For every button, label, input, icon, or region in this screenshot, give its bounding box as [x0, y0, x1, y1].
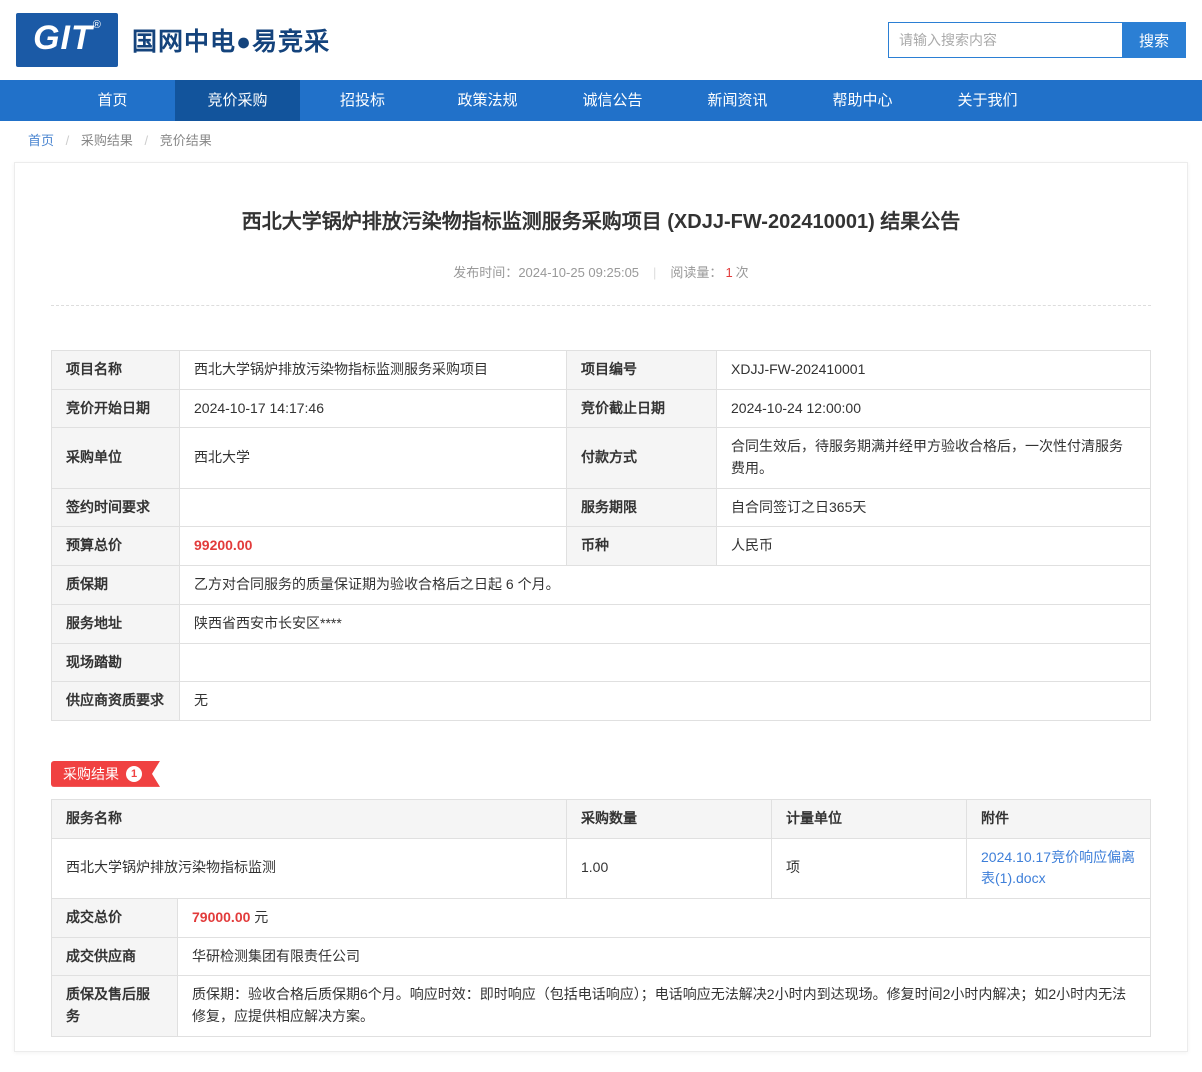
badge-label: 采购结果 [63, 765, 119, 782]
nav-item-bidding-purchase[interactable]: 竞价采购 [175, 80, 300, 121]
search-button[interactable]: 搜索 [1122, 22, 1186, 58]
field-label: 成交供应商 [51, 936, 178, 977]
field-label: 竞价开始日期 [51, 388, 180, 429]
unit-cell: 项 [771, 837, 967, 899]
publish-time-value: 2024-10-25 09:25:05 [518, 265, 640, 280]
field-label: 成交总价 [51, 897, 178, 938]
after-sales-service-value: 质保期：验收合格后质保期6个月。响应时效：即时响应（包括电话响应）；电话响应无法… [177, 975, 1151, 1037]
table-row: 成交供应商 华研检测集团有限责任公司 [51, 936, 1151, 977]
breadcrumb-home[interactable]: 首页 [28, 133, 54, 148]
search-input[interactable] [888, 22, 1122, 58]
table-row: 供应商资质要求 无 [51, 681, 1151, 721]
field-value: XDJJ-FW-202410001 [716, 350, 1151, 390]
nav-item-policies[interactable]: 政策法规 [425, 80, 550, 121]
table-row: 签约时间要求 服务期限 自合同签订之日365天 [51, 487, 1151, 528]
publish-time-label: 发布时间： [453, 265, 519, 280]
service-name-cell: 西北大学锅炉排放污染物指标监测 [51, 837, 567, 899]
column-header-attachment: 附件 [966, 798, 1151, 839]
logo-registered-mark: ® [92, 19, 101, 31]
field-label: 服务期限 [566, 487, 717, 528]
main-nav: 首页 竞价采购 招投标 政策法规 诚信公告 新闻资讯 帮助中心 关于我们 [0, 80, 1202, 121]
field-value: 人民币 [716, 526, 1151, 567]
field-label: 项目编号 [566, 350, 717, 390]
budget-total-value: 99200.00 [179, 526, 567, 567]
site-logo[interactable]: GIT ® [16, 13, 118, 67]
deal-price-cell: 79000.00 元 [177, 897, 1151, 938]
field-value: 自合同签订之日365天 [716, 487, 1151, 528]
field-label: 供应商资质要求 [51, 681, 180, 721]
nav-item-integrity-notice[interactable]: 诚信公告 [550, 80, 675, 121]
table-row: 竞价开始日期 2024-10-17 14:17:46 竞价截止日期 2024-1… [51, 388, 1151, 429]
field-label: 预算总价 [51, 526, 180, 567]
logo-text: GIT [33, 19, 93, 57]
purchase-result-table: 服务名称 采购数量 计量单位 附件 西北大学锅炉排放污染物指标监测 1.00 项… [51, 798, 1151, 899]
breadcrumb: 首页 / 采购结果 / 竞价结果 [0, 121, 1202, 158]
column-header-quantity: 采购数量 [566, 798, 772, 839]
deal-price-unit: 元 [250, 908, 269, 925]
field-value: 无 [179, 681, 1151, 721]
table-row: 项目名称 西北大学锅炉排放污染物指标监测服务采购项目 项目编号 XDJJ-FW-… [51, 350, 1151, 390]
column-header-unit: 计量单位 [771, 798, 967, 839]
top-header: GIT ® 国网中电●易竞采 搜索 [0, 0, 1202, 80]
field-value: 乙方对合同服务的质量保证期为验收合格后之日起 6 个月。 [179, 565, 1151, 605]
breadcrumb-purchase-results[interactable]: 采购结果 [81, 133, 133, 148]
views-count: 1 [725, 265, 733, 280]
field-value: 2024-10-24 12:00:00 [716, 388, 1151, 429]
purchase-result-badge: 采购结果 1 [51, 761, 160, 787]
field-label: 采购单位 [51, 427, 180, 489]
deal-price-value: 79000.00 [192, 908, 251, 925]
table-row: 服务地址 陕西省西安市长安区**** [51, 603, 1151, 644]
field-label: 现场踏勘 [51, 642, 180, 683]
table-row: 采购单位 西北大学 付款方式 合同生效后，待服务期满并经甲方验收合格后，一次性付… [51, 427, 1151, 489]
meta-separator: | [653, 265, 657, 280]
nav-item-tendering[interactable]: 招投标 [300, 80, 425, 121]
table-row: 质保期 乙方对合同服务的质量保证期为验收合格后之日起 6 个月。 [51, 565, 1151, 605]
page-title: 西北大学锅炉排放污染物指标监测服务采购项目 (XDJJ-FW-202410001… [241, 211, 961, 233]
nav-item-home[interactable]: 首页 [50, 80, 175, 121]
badge-count: 1 [126, 766, 142, 782]
field-label: 币种 [566, 526, 717, 567]
field-value: 合同生效后，待服务期满并经甲方验收合格后，一次性付清服务费用。 [716, 427, 1151, 489]
field-label: 质保期 [51, 565, 180, 605]
article-meta: 发布时间：2024-10-25 09:25:05 | 阅读量： 1 次 [15, 262, 1187, 281]
table-header-row: 服务名称 采购数量 计量单位 附件 [51, 798, 1151, 839]
result-footer-table: 成交总价 79000.00 元 成交供应商 华研检测集团有限责任公司 质保及售后… [51, 897, 1151, 1037]
announcement-card: 西北大学锅炉排放污染物指标监测服务采购项目 (XDJJ-FW-202410001… [14, 162, 1188, 1052]
quantity-cell: 1.00 [566, 837, 772, 899]
nav-item-news[interactable]: 新闻资讯 [675, 80, 800, 121]
field-value: 西北大学锅炉排放污染物指标监测服务采购项目 [179, 350, 567, 390]
nav-item-help-center[interactable]: 帮助中心 [800, 80, 925, 121]
project-info-table: 项目名称 西北大学锅炉排放污染物指标监测服务采购项目 项目编号 XDJJ-FW-… [51, 350, 1151, 721]
breadcrumb-bidding-results: 竞价结果 [159, 133, 212, 148]
table-row: 预算总价 99200.00 币种 人民币 [51, 526, 1151, 567]
attachment-link[interactable]: 2024.10.17竞价响应偏离表(1).docx [981, 849, 1135, 887]
breadcrumb-separator: / [65, 133, 70, 148]
field-label: 竞价截止日期 [566, 388, 717, 429]
search-area: 搜索 [888, 22, 1186, 58]
table-row: 现场踏勘 [51, 642, 1151, 683]
table-row: 质保及售后服务 质保期：验收合格后质保期6个月。响应时效：即时响应（包括电话响应… [51, 975, 1151, 1037]
field-label: 签约时间要求 [51, 487, 180, 528]
field-value [179, 642, 1151, 683]
field-label: 付款方式 [566, 427, 717, 489]
field-label: 质保及售后服务 [51, 975, 178, 1037]
field-value: 2024-10-17 14:17:46 [179, 388, 567, 429]
field-value: 西北大学 [179, 427, 567, 489]
divider [51, 305, 1151, 306]
field-value: 陕西省西安市长安区**** [179, 603, 1151, 644]
nav-item-about-us[interactable]: 关于我们 [925, 80, 1050, 121]
views-label: 阅读量： [670, 265, 723, 280]
column-header-service-name: 服务名称 [51, 798, 567, 839]
views-unit: 次 [735, 265, 749, 280]
breadcrumb-separator: / [144, 133, 149, 148]
supplier-value: 华研检测集团有限责任公司 [177, 936, 1151, 977]
field-label: 服务地址 [51, 603, 180, 644]
field-label: 项目名称 [51, 350, 180, 390]
field-value [179, 487, 567, 528]
table-row: 成交总价 79000.00 元 [51, 897, 1151, 938]
table-row: 西北大学锅炉排放污染物指标监测 1.00 项 2024.10.17竞价响应偏离表… [51, 837, 1151, 899]
site-title: 国网中电●易竞采 [132, 28, 331, 56]
